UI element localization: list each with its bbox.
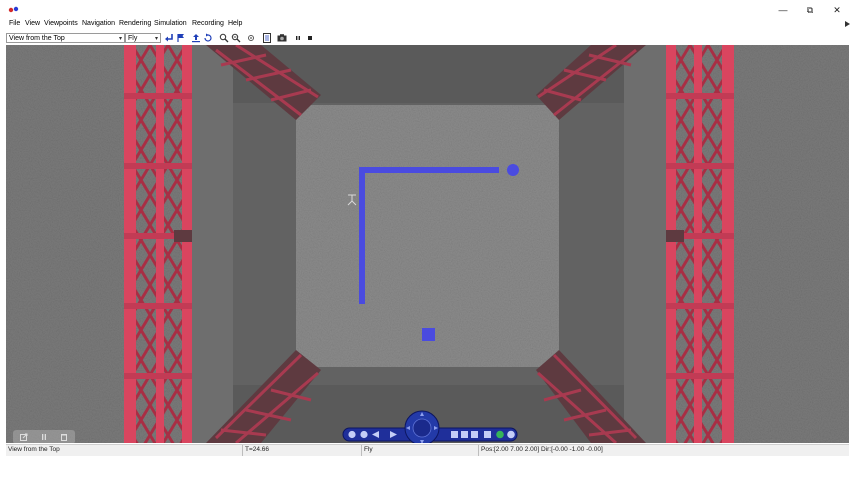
walk-up-icon[interactable] bbox=[191, 33, 201, 43]
status-mode: Fly bbox=[364, 446, 373, 453]
pause-icon[interactable] bbox=[40, 433, 48, 441]
menu-help[interactable]: Help bbox=[228, 20, 242, 27]
scene-render[interactable] bbox=[6, 45, 849, 443]
menu-bar: File View Viewpoints Navigation Renderin… bbox=[0, 18, 853, 31]
menu-rendering[interactable]: Rendering bbox=[119, 20, 151, 27]
menu-view[interactable]: View bbox=[25, 20, 40, 27]
chevron-down-icon: ▾ bbox=[118, 36, 122, 42]
status-separator bbox=[478, 445, 479, 456]
zoom-in-icon[interactable] bbox=[219, 33, 229, 43]
nav-zoom-icon[interactable] bbox=[348, 430, 356, 439]
3d-viewport[interactable] bbox=[6, 45, 849, 443]
document-icon[interactable] bbox=[262, 33, 272, 43]
app-logo-icon bbox=[8, 6, 19, 13]
viewpoint-select-value: View from the Top bbox=[9, 35, 65, 42]
menu-recording[interactable]: Recording bbox=[192, 20, 224, 27]
navigation-mode-value: Fly bbox=[128, 35, 138, 42]
nav-help-icon[interactable] bbox=[507, 430, 515, 439]
nav-examine-icon[interactable] bbox=[461, 431, 468, 438]
menu-simulation[interactable]: Simulation bbox=[154, 20, 187, 27]
target-block[interactable] bbox=[422, 328, 435, 341]
trash-icon[interactable] bbox=[60, 433, 68, 441]
status-position: Pos:[2.00 7.00 2.00] Dir:[-0.00 -1.00 -0… bbox=[481, 446, 603, 453]
flag-icon[interactable] bbox=[176, 33, 186, 43]
inner-floor bbox=[296, 105, 559, 367]
left-ledge bbox=[191, 45, 233, 443]
rotate-icon[interactable] bbox=[203, 33, 213, 43]
status-separator bbox=[242, 445, 243, 456]
zoom-out-icon[interactable] bbox=[231, 33, 241, 43]
nav-viewpoint-icon[interactable] bbox=[484, 431, 491, 438]
left-scaffold-tower bbox=[124, 45, 192, 443]
nav-fly-icon[interactable] bbox=[471, 431, 478, 438]
export-icon[interactable] bbox=[20, 433, 28, 441]
menu-file[interactable]: File bbox=[9, 20, 20, 27]
nav-status-icon[interactable] bbox=[496, 430, 504, 439]
status-viewpoint: View from the Top bbox=[8, 446, 60, 453]
toolbar: View from the Top ▾ Fly ▾ bbox=[0, 31, 853, 45]
navigation-mode-select[interactable]: Fly ▾ bbox=[125, 33, 161, 43]
nav-home-icon[interactable] bbox=[360, 430, 368, 439]
status-bar: View from the Top T=24.66 Fly Pos:[2.00 … bbox=[6, 444, 849, 456]
maximize-button[interactable]: ⧉ bbox=[800, 3, 820, 17]
status-time: T=24.66 bbox=[245, 446, 270, 453]
menu-navigation[interactable]: Navigation bbox=[82, 20, 115, 27]
status-separator bbox=[361, 445, 362, 456]
navigation-controller[interactable] bbox=[342, 409, 518, 443]
menu-overflow-icon[interactable] bbox=[845, 21, 850, 27]
chevron-down-icon: ▾ bbox=[154, 36, 158, 42]
menu-viewpoints[interactable]: Viewpoints bbox=[44, 20, 78, 27]
title-bar: — ⧉ ✕ bbox=[0, 0, 853, 20]
minimize-button[interactable]: — bbox=[773, 3, 793, 17]
right-ledge bbox=[624, 45, 666, 443]
close-button[interactable]: ✕ bbox=[827, 3, 847, 17]
viewpoint-select[interactable]: View from the Top ▾ bbox=[6, 33, 125, 43]
camera-icon[interactable] bbox=[277, 33, 287, 43]
stop-icon[interactable] bbox=[305, 33, 315, 43]
pause-icon[interactable] bbox=[293, 33, 303, 43]
right-scaffold-tower bbox=[666, 45, 734, 443]
return-arrow-icon[interactable] bbox=[164, 33, 174, 43]
playback-panel bbox=[13, 430, 75, 443]
nav-walk-icon[interactable] bbox=[451, 431, 458, 438]
target-icon[interactable] bbox=[246, 33, 256, 43]
